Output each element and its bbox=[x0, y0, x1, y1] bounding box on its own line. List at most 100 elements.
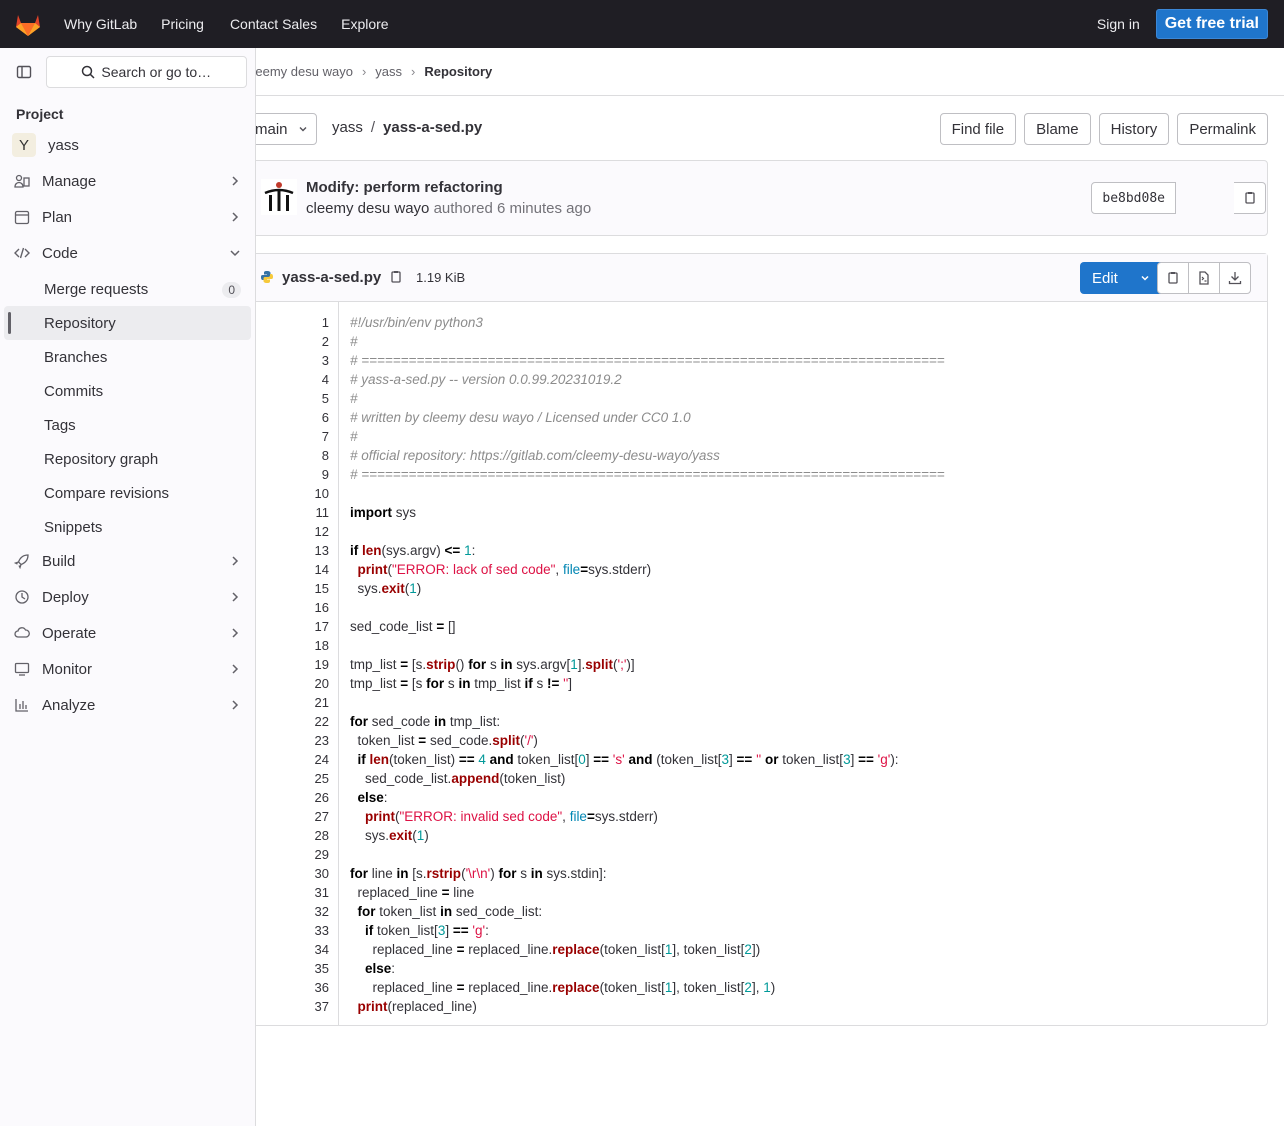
sidebar-item-label: yass bbox=[48, 136, 79, 154]
line-number[interactable]: 3 bbox=[256, 351, 338, 370]
line-number[interactable]: 31 bbox=[256, 883, 338, 902]
branch-selector[interactable]: main bbox=[256, 113, 317, 145]
search-placeholder: Search or go to… bbox=[101, 64, 212, 80]
history-button[interactable]: History bbox=[1098, 113, 1170, 145]
sidebar-item-project[interactable]: Y yass bbox=[0, 128, 255, 162]
line-number[interactable]: 4 bbox=[256, 370, 338, 389]
line-number[interactable]: 24 bbox=[256, 750, 338, 769]
line-number[interactable]: 23 bbox=[256, 731, 338, 750]
monitor-icon bbox=[14, 661, 30, 677]
code-line: sed_code_list.append(token_list) bbox=[350, 771, 566, 786]
line-number[interactable]: 16 bbox=[256, 598, 338, 617]
line-number[interactable]: 6 bbox=[256, 408, 338, 427]
line-number[interactable]: 32 bbox=[256, 902, 338, 921]
line-number[interactable]: 13 bbox=[256, 541, 338, 560]
line-number[interactable]: 2 bbox=[256, 332, 338, 351]
sidebar-item-label: Deploy bbox=[42, 588, 89, 606]
nav-why-gitlab[interactable]: Why GitLab bbox=[56, 0, 145, 48]
sidebar-item-manage[interactable]: Manage bbox=[0, 164, 255, 198]
commit-sha[interactable]: be8bd08e bbox=[1091, 182, 1176, 214]
line-number[interactable]: 29 bbox=[256, 845, 338, 864]
line-number[interactable]: 27 bbox=[256, 807, 338, 826]
line-number[interactable]: 10 bbox=[256, 484, 338, 503]
line-number[interactable]: 19 bbox=[256, 655, 338, 674]
chevron-down-icon bbox=[299, 127, 307, 132]
main-content: cleemy desu wayo › yass › Repository mai… bbox=[256, 48, 1284, 1126]
sidebar-item-compare-revisions[interactable]: Compare revisions bbox=[0, 476, 255, 510]
code-line: # yass-a-sed.py -- version 0.0.99.202310… bbox=[350, 372, 622, 387]
line-number[interactable]: 5 bbox=[256, 389, 338, 408]
path-separator: / bbox=[370, 119, 376, 136]
commit-title[interactable]: Modify: perform refactoring bbox=[306, 179, 503, 196]
line-number[interactable]: 34 bbox=[256, 940, 338, 959]
file-viewer: yass-a-sed.py 1.19 KiB Edit 1 2 3 4 5 6 … bbox=[256, 253, 1268, 1026]
line-number[interactable]: 20 bbox=[256, 674, 338, 693]
breadcrumb-project[interactable]: yass bbox=[375, 64, 402, 79]
line-number[interactable]: 7 bbox=[256, 427, 338, 446]
find-file-button[interactable]: Find file bbox=[939, 113, 1017, 145]
line-number[interactable]: 15 bbox=[256, 579, 338, 598]
line-number[interactable]: 12 bbox=[256, 522, 338, 541]
author-avatar[interactable] bbox=[261, 179, 297, 215]
commit-author[interactable]: cleemy desu wayo bbox=[306, 200, 429, 217]
line-number[interactable]: 37 bbox=[256, 997, 338, 1016]
breadcrumb-current[interactable]: Repository bbox=[424, 64, 492, 79]
sidebar-item-branches[interactable]: Branches bbox=[0, 340, 255, 374]
copy-icon[interactable] bbox=[1234, 182, 1266, 214]
line-number[interactable]: 28 bbox=[256, 826, 338, 845]
sidebar-item-deploy[interactable]: Deploy bbox=[0, 580, 255, 614]
copy-contents-icon[interactable] bbox=[1157, 262, 1189, 294]
line-number[interactable]: 18 bbox=[256, 636, 338, 655]
sidebar-item-commits[interactable]: Commits bbox=[0, 374, 255, 408]
sign-in-link[interactable]: Sign in bbox=[1097, 16, 1140, 32]
line-number[interactable]: 25 bbox=[256, 769, 338, 788]
code-line: sys.exit(1) bbox=[350, 828, 429, 843]
nav-contact-sales[interactable]: Contact Sales bbox=[212, 0, 325, 48]
path-file-name[interactable]: yass-a-sed.py bbox=[383, 119, 482, 136]
permalink-button[interactable]: Permalink bbox=[1177, 113, 1268, 145]
line-number[interactable]: 35 bbox=[256, 959, 338, 978]
line-number[interactable]: 22 bbox=[256, 712, 338, 731]
line-number[interactable]: 26 bbox=[256, 788, 338, 807]
get-free-trial-button[interactable]: Get free trial bbox=[1155, 9, 1268, 39]
line-number[interactable]: 11 bbox=[256, 503, 338, 522]
blame-button[interactable]: Blame bbox=[1024, 113, 1091, 145]
file-path-bar: main yass / yass-a-sed.py Find file Blame … bbox=[256, 96, 1284, 160]
line-number[interactable]: 9 bbox=[256, 465, 338, 484]
line-number[interactable]: 36 bbox=[256, 978, 338, 997]
line-number[interactable]: 21 bbox=[256, 693, 338, 712]
code-line: # written by cleemy desu wayo / Licensed… bbox=[350, 410, 691, 425]
sidebar-item-merge-requests[interactable]: Merge requests 0 bbox=[0, 272, 255, 306]
sidebar-item-build[interactable]: Build bbox=[0, 544, 255, 578]
line-number[interactable]: 33 bbox=[256, 921, 338, 940]
search-input[interactable]: Search or go to… bbox=[45, 56, 247, 88]
sidebar-item-code[interactable]: Code bbox=[0, 236, 255, 270]
download-icon[interactable] bbox=[1219, 262, 1251, 294]
gitlab-logo-icon[interactable] bbox=[0, 0, 56, 48]
line-number[interactable]: 14 bbox=[256, 560, 338, 579]
sidebar-item-tags[interactable]: Tags bbox=[0, 408, 255, 442]
sidebar-toggle-icon[interactable] bbox=[8, 56, 40, 88]
sidebar-item-plan[interactable]: Plan bbox=[0, 200, 255, 234]
line-number[interactable]: 30 bbox=[256, 864, 338, 883]
line-number[interactable]: 1 bbox=[256, 313, 338, 332]
path-repo-link[interactable]: yass bbox=[332, 119, 363, 136]
sidebar-item-operate[interactable]: Operate bbox=[0, 616, 255, 650]
line-number[interactable]: 17 bbox=[256, 617, 338, 636]
nav-explore[interactable]: Explore bbox=[325, 0, 396, 48]
code-line: # ======================================… bbox=[350, 467, 945, 482]
line-number[interactable]: 8 bbox=[256, 446, 338, 465]
sidebar-item-snippets[interactable]: Snippets bbox=[0, 510, 255, 544]
sidebar-item-analyze[interactable]: Analyze bbox=[0, 688, 255, 722]
sidebar-item-repository-graph[interactable]: Repository graph bbox=[0, 442, 255, 476]
nav-pricing[interactable]: Pricing bbox=[145, 0, 212, 48]
sidebar-item-repository[interactable]: Repository bbox=[4, 306, 251, 340]
breadcrumb-group[interactable]: cleemy desu wayo bbox=[256, 64, 353, 79]
code-line: # ======================================… bbox=[350, 353, 945, 368]
open-raw-icon[interactable] bbox=[1188, 262, 1220, 294]
code-line: print("ERROR: lack of sed code", file=sy… bbox=[357, 562, 652, 577]
copy-file-path-icon[interactable] bbox=[389, 270, 403, 287]
sidebar-item-monitor[interactable]: Monitor bbox=[0, 652, 255, 686]
